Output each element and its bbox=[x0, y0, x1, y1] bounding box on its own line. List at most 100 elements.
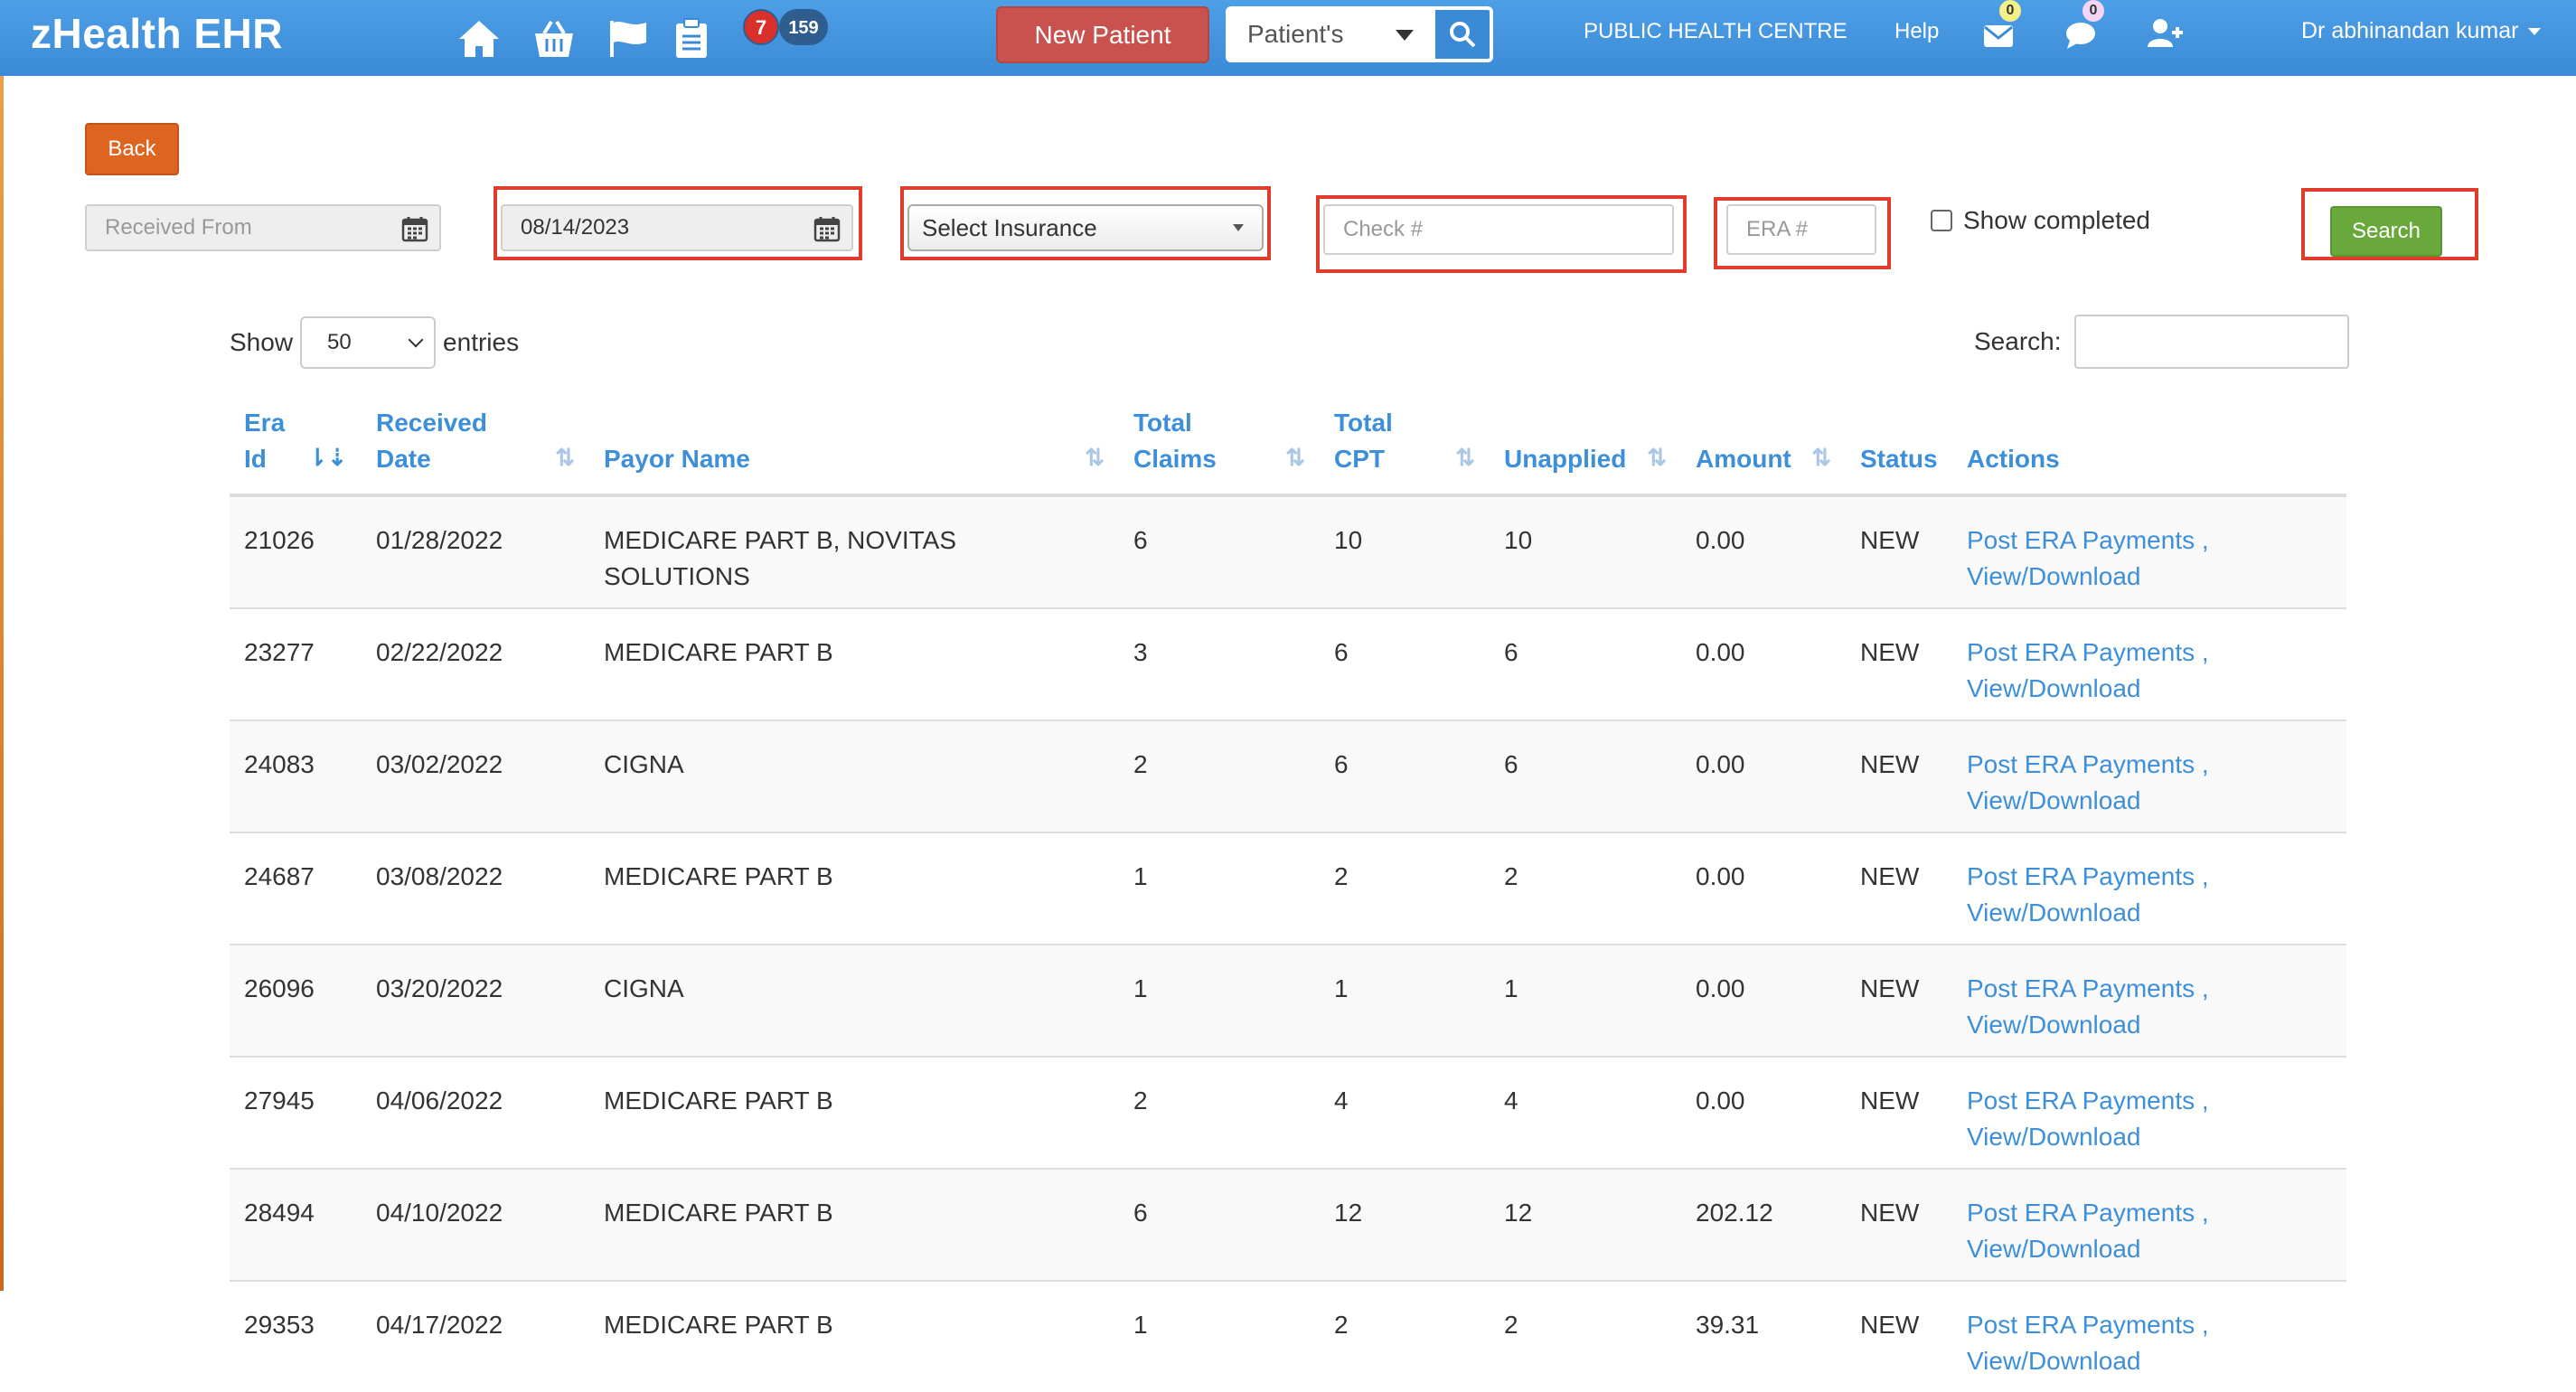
entries-length-control: Show 50 entries bbox=[230, 316, 519, 369]
sort-icon: ⇂⇣ bbox=[307, 444, 347, 471]
tasks-badge[interactable]: 159 bbox=[779, 9, 828, 45]
show-completed-label: Show completed bbox=[1963, 206, 2151, 234]
cell-total-cpt: 6 bbox=[1320, 607, 1490, 720]
cell-total-claims: 2 bbox=[1119, 1056, 1320, 1169]
patient-type-select[interactable]: Patient's bbox=[1226, 6, 1435, 62]
table-row: 21026 01/28/2022 MEDICARE PART B, NOVITA… bbox=[230, 494, 2346, 608]
cell-status: NEW bbox=[1846, 1280, 1952, 1392]
user-menu[interactable]: Dr abhinandan kumar bbox=[2301, 18, 2542, 44]
table-row: 28494 04/10/2022 MEDICARE PART B 6 12 12… bbox=[230, 1168, 2346, 1281]
cell-status: NEW bbox=[1846, 1056, 1952, 1169]
col-era-id[interactable]: Era Id ⇂⇣ bbox=[230, 398, 362, 497]
sort-icon: ⇅ bbox=[1455, 444, 1475, 471]
table-search: Search: bbox=[1974, 315, 2349, 369]
post-era-payments-link[interactable]: Post ERA Payments , bbox=[1967, 1195, 2332, 1231]
cell-amount: 0.00 bbox=[1681, 720, 1846, 832]
show-completed-checkbox[interactable] bbox=[1931, 210, 1952, 231]
table-row: 29353 04/17/2022 MEDICARE PART B 1 2 2 3… bbox=[230, 1280, 2346, 1392]
cell-unapplied: 12 bbox=[1490, 1168, 1681, 1281]
calendar-icon[interactable] bbox=[401, 215, 428, 249]
view-download-link[interactable]: View/Download bbox=[1967, 783, 2332, 819]
add-user-icon[interactable] bbox=[2148, 11, 2184, 56]
view-download-link[interactable]: View/Download bbox=[1967, 895, 2332, 931]
col-total-claims[interactable]: Total Claims ⇅ bbox=[1119, 398, 1320, 497]
view-download-link[interactable]: View/Download bbox=[1967, 671, 2332, 707]
user-name: Dr abhinandan kumar bbox=[2301, 18, 2519, 43]
centre-link[interactable]: PUBLIC HEALTH CENTRE bbox=[1584, 19, 1847, 44]
era-number-input[interactable]: ERA # bbox=[1726, 204, 1876, 255]
cell-total-cpt: 2 bbox=[1320, 832, 1490, 945]
col-amount[interactable]: Amount ⇅ bbox=[1681, 398, 1846, 497]
cell-era-id: 29353 bbox=[230, 1280, 362, 1392]
cell-actions: Post ERA Payments , View/Download bbox=[1952, 720, 2346, 832]
post-era-payments-link[interactable]: Post ERA Payments , bbox=[1967, 747, 2332, 783]
clipboard-icon[interactable] bbox=[674, 16, 709, 61]
received-to-field[interactable]: 08/14/2023 bbox=[501, 204, 853, 251]
col-actions-label: Actions bbox=[1967, 445, 2060, 473]
col-received-date[interactable]: Received Date ⇅ bbox=[362, 398, 589, 497]
post-era-payments-link[interactable]: Post ERA Payments , bbox=[1967, 635, 2332, 671]
cell-total-claims: 1 bbox=[1119, 832, 1320, 945]
show-completed-toggle[interactable]: Show completed bbox=[1931, 206, 2150, 235]
post-era-payments-link[interactable]: Post ERA Payments , bbox=[1967, 1307, 2332, 1343]
col-actions: Actions bbox=[1952, 398, 2346, 497]
table-search-input[interactable] bbox=[2073, 315, 2349, 369]
chat-count-badge: 0 bbox=[2082, 0, 2104, 22]
calendar-icon[interactable] bbox=[813, 215, 841, 249]
cell-unapplied: 2 bbox=[1490, 1280, 1681, 1392]
cell-era-id: 23277 bbox=[230, 607, 362, 720]
cell-total-cpt: 6 bbox=[1320, 720, 1490, 832]
post-era-payments-link[interactable]: Post ERA Payments , bbox=[1967, 859, 2332, 895]
post-era-payments-link[interactable]: Post ERA Payments , bbox=[1967, 1083, 2332, 1119]
view-download-link[interactable]: View/Download bbox=[1967, 1231, 2332, 1267]
caret-down-icon bbox=[1233, 224, 1244, 231]
flag-icon[interactable] bbox=[607, 16, 649, 61]
new-patient-button[interactable]: New Patient bbox=[996, 6, 1209, 63]
mail-count-badge: 0 bbox=[1999, 0, 2021, 22]
alerts-badge[interactable]: 7 bbox=[743, 9, 779, 45]
brand-logo[interactable]: zHealth EHR bbox=[31, 9, 283, 58]
cell-actions: Post ERA Payments , View/Download bbox=[1952, 494, 2346, 608]
cell-unapplied: 10 bbox=[1490, 494, 1681, 608]
cell-actions: Post ERA Payments , View/Download bbox=[1952, 832, 2346, 945]
view-download-link[interactable]: View/Download bbox=[1967, 1007, 2332, 1043]
view-download-link[interactable]: View/Download bbox=[1967, 559, 2332, 595]
sort-icon: ⇅ bbox=[1085, 444, 1105, 471]
patient-search-button[interactable] bbox=[1432, 6, 1493, 62]
insurance-select[interactable]: Select Insurance bbox=[907, 204, 1264, 251]
cell-status: NEW bbox=[1846, 1168, 1952, 1281]
basket-icon[interactable] bbox=[531, 16, 577, 61]
cell-era-id: 26096 bbox=[230, 944, 362, 1057]
view-download-link[interactable]: View/Download bbox=[1967, 1119, 2332, 1155]
table-row: 23277 02/22/2022 MEDICARE PART B 3 6 6 0… bbox=[230, 607, 2346, 720]
col-total-cpt[interactable]: Total CPT ⇅ bbox=[1320, 398, 1490, 497]
entries-select[interactable]: 50 bbox=[300, 316, 437, 369]
table-row: 24687 03/08/2022 MEDICARE PART B 1 2 2 0… bbox=[230, 832, 2346, 945]
patient-type-value: Patient's bbox=[1247, 20, 1344, 48]
cell-amount: 0.00 bbox=[1681, 944, 1846, 1057]
cell-total-claims: 3 bbox=[1119, 607, 1320, 720]
cell-status: NEW bbox=[1846, 944, 1952, 1057]
home-icon[interactable] bbox=[457, 16, 501, 61]
help-link[interactable]: Help bbox=[1894, 19, 1939, 44]
entries-value: 50 bbox=[327, 330, 352, 354]
cell-total-cpt: 1 bbox=[1320, 944, 1490, 1057]
post-era-payments-link[interactable]: Post ERA Payments , bbox=[1967, 522, 2332, 559]
col-unapplied[interactable]: Unapplied ⇅ bbox=[1490, 398, 1681, 497]
cell-amount: 39.31 bbox=[1681, 1280, 1846, 1392]
col-payor-name[interactable]: Payor Name ⇅ bbox=[589, 398, 1119, 497]
post-era-payments-link[interactable]: Post ERA Payments , bbox=[1967, 971, 2332, 1007]
view-download-link[interactable]: View/Download bbox=[1967, 1343, 2332, 1379]
col-status: Status bbox=[1846, 398, 1952, 497]
check-number-input[interactable]: Check # bbox=[1323, 204, 1674, 255]
cell-status: NEW bbox=[1846, 832, 1952, 945]
cell-unapplied: 1 bbox=[1490, 944, 1681, 1057]
sort-icon: ⇅ bbox=[555, 444, 575, 471]
received-from-field[interactable]: Received From bbox=[85, 204, 441, 251]
cell-total-claims: 1 bbox=[1119, 1280, 1320, 1392]
search-button[interactable]: Search bbox=[2330, 206, 2442, 257]
back-button[interactable]: Back bbox=[85, 123, 179, 175]
cell-total-cpt: 10 bbox=[1320, 494, 1490, 608]
cell-received-date: 04/17/2022 bbox=[362, 1280, 589, 1392]
table-row: 27945 04/06/2022 MEDICARE PART B 2 4 4 0… bbox=[230, 1056, 2346, 1169]
